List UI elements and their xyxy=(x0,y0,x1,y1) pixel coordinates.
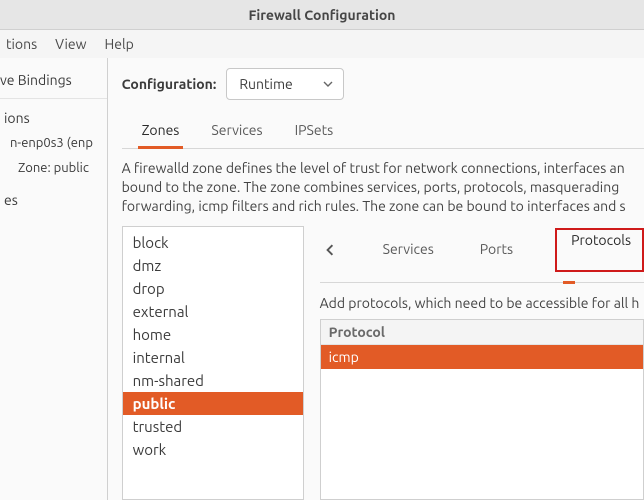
zone-item-trusted[interactable]: trusted xyxy=(123,415,303,438)
zone-item-home[interactable]: home xyxy=(123,323,303,346)
scroll-left-button[interactable] xyxy=(320,239,341,261)
zone-item-drop[interactable]: drop xyxy=(123,277,303,300)
left-panel: ve Bindings ions n-enp0s3 (enp Zone: pub… xyxy=(0,58,108,500)
left-item-zone-public: Zone: public xyxy=(0,156,107,181)
configuration-label: Configuration: xyxy=(122,76,217,92)
subtab-protocols[interactable]: Protocols xyxy=(567,226,631,272)
tab-ipsets[interactable]: IPSets xyxy=(293,114,336,148)
tab-services[interactable]: Services xyxy=(209,114,264,148)
zone-detail: Services Ports Protocols Add protocols, … xyxy=(320,226,644,500)
sub-tabs: Services Ports Protocols xyxy=(320,226,644,283)
left-item-connections[interactable]: ions xyxy=(0,105,107,131)
left-header: ve Bindings xyxy=(0,66,107,99)
chevron-down-icon xyxy=(323,79,333,89)
zone-item-work[interactable]: work xyxy=(123,438,303,461)
menu-options[interactable]: tions xyxy=(6,36,37,52)
protocols-description: Add protocols, which need to be accessib… xyxy=(320,291,644,319)
zone-item-internal[interactable]: internal xyxy=(123,346,303,369)
zone-item-public[interactable]: public xyxy=(123,392,303,415)
menu-view[interactable]: View xyxy=(55,36,86,52)
zone-list[interactable]: blockdmzdropexternalhomeinternalnm-share… xyxy=(122,226,304,500)
menu-help[interactable]: Help xyxy=(105,36,134,52)
zone-item-external[interactable]: external xyxy=(123,300,303,323)
left-item-enp0s3[interactable]: n-enp0s3 (enp xyxy=(0,131,107,156)
zone-item-nm-shared[interactable]: nm-shared xyxy=(123,369,303,392)
subtab-ports[interactable]: Ports xyxy=(476,235,517,265)
configuration-value: Runtime xyxy=(239,76,292,92)
protocols-table: Protocol icmp xyxy=(320,319,644,500)
zone-item-dmz[interactable]: dmz xyxy=(123,254,303,277)
zone-description: A firewalld zone defines the level of tr… xyxy=(122,149,644,226)
protocol-row-icmp[interactable]: icmp xyxy=(321,345,643,369)
zone-item-block[interactable]: block xyxy=(123,231,303,254)
tab-zones[interactable]: Zones xyxy=(140,114,182,148)
subtab-services[interactable]: Services xyxy=(379,235,438,265)
right-panel: Configuration: Runtime Zones Services IP… xyxy=(108,58,644,500)
protocols-column-header[interactable]: Protocol xyxy=(321,320,643,345)
subtab-protocols-highlight: Protocols xyxy=(555,228,644,272)
menubar: tions View Help xyxy=(0,30,644,58)
configuration-dropdown[interactable]: Runtime xyxy=(226,68,344,100)
left-item-interfaces[interactable]: es xyxy=(0,187,107,213)
window-title: Firewall Configuration xyxy=(0,0,644,30)
main-tabs: Zones Services IPSets xyxy=(122,114,644,149)
